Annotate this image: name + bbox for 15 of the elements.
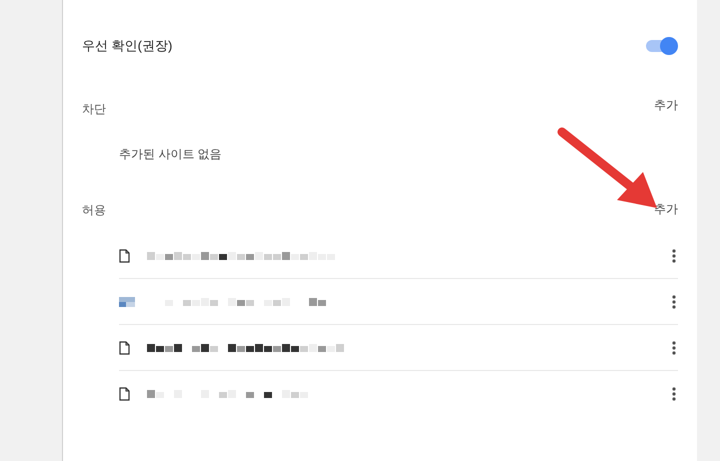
more-options-icon[interactable] [672, 340, 676, 354]
file-icon [119, 387, 130, 401]
file-icon [119, 340, 130, 354]
section-title: 허용 [82, 202, 106, 219]
section-title: 차단 [82, 101, 106, 118]
more-options-icon[interactable] [672, 387, 676, 401]
add-button[interactable]: 추가 [654, 200, 678, 218]
site-favicon-icon [119, 296, 135, 306]
setting-label: 우선 확인(권장) [82, 37, 172, 56]
more-options-icon[interactable] [672, 248, 676, 262]
more-options-icon[interactable] [672, 294, 676, 308]
add-button[interactable]: 추가 [654, 96, 678, 114]
empty-list-text: 추가된 사이트 없음 [119, 146, 223, 163]
file-icon [119, 248, 130, 262]
toggle-switch[interactable] [644, 37, 678, 55]
